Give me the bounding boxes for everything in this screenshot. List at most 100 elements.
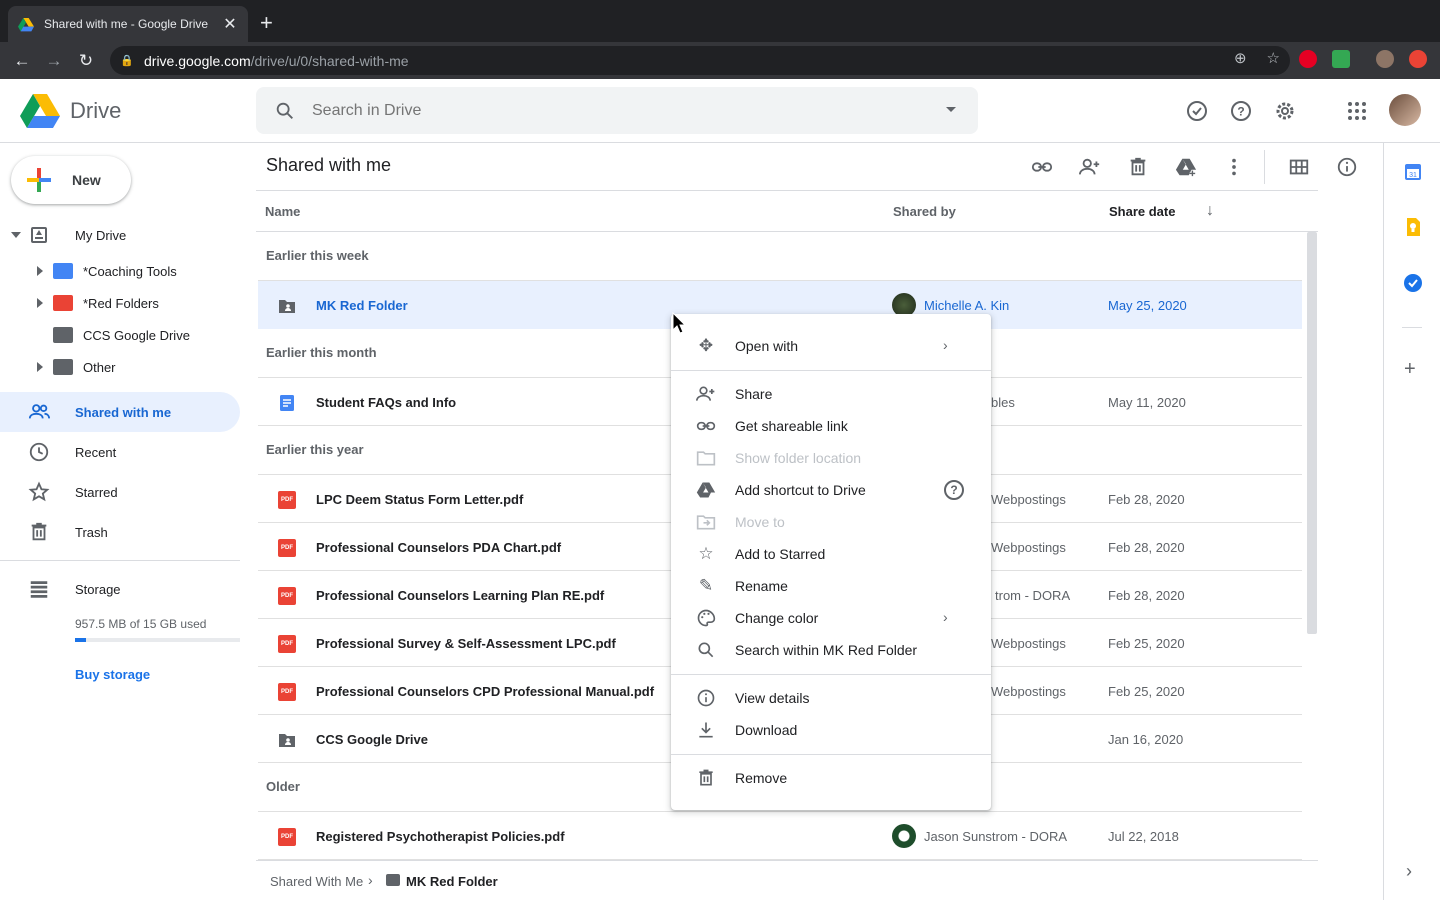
back-icon[interactable]: ← [6,51,38,71]
shared-by: Webpostings [991,684,1066,699]
menu-item-get-shareable-link[interactable]: Get shareable link [671,410,991,442]
menu-item-change-color[interactable]: Change color › [671,602,991,634]
browser-tab[interactable]: Shared with me - Google Drive ✕ [8,6,248,42]
new-tab-icon[interactable]: + [260,12,273,34]
shared-folder-icon [279,734,295,747]
sidebar-label: Starred [75,484,118,500]
people-icon [28,404,50,419]
help-icon[interactable]: ? [944,480,964,500]
sort-arrow-down-icon[interactable]: ↓ [1206,202,1214,220]
red-extension-icon[interactable] [1409,50,1427,68]
add-shortcut-drive-icon[interactable] [1175,156,1197,178]
tree-item-other[interactable]: Other [0,351,240,383]
grid-view-icon[interactable] [1288,156,1310,178]
menu-item-search-within[interactable]: Search within MK Red Folder [671,634,991,666]
menu-item-add-to-starred[interactable]: ☆ Add to Starred [671,538,991,570]
sidebar-item-my-drive[interactable]: My Drive [0,219,240,251]
move-folder-icon [695,512,717,532]
link-icon[interactable] [1031,156,1053,178]
drive-favicon-icon [18,18,34,32]
tab-close-icon[interactable]: ✕ [222,14,238,34]
expand-triangle-icon[interactable] [37,266,43,276]
menu-label: Add shortcut to Drive [735,482,866,498]
collapse-triangle-icon[interactable] [11,232,21,238]
breadcrumb: Shared With Me › MK Red Folder [256,860,1318,900]
green-extension-icon[interactable] [1332,50,1350,68]
shared-by: Webpostings [991,492,1066,507]
sidebar-item-shared-with-me[interactable]: Shared with me [0,392,240,432]
share-date: Feb 25, 2020 [1108,684,1185,699]
reload-icon[interactable]: ↻ [70,51,102,71]
profile-avatar-icon[interactable] [1376,50,1394,68]
tree-label: *Coaching Tools [83,264,177,279]
column-share-date[interactable]: Share date [1109,204,1175,219]
expand-panel-chevron-icon[interactable]: › [1406,861,1412,882]
menu-item-rename[interactable]: ✎ Rename [671,570,991,602]
settings-gear-icon[interactable] [1273,99,1297,123]
sidebar-label: Trash [75,524,108,540]
help-icon[interactable]: ? [1229,99,1253,123]
storage-used-text: 957.5 MB of 15 GB used [75,617,207,631]
more-vert-icon[interactable] [1223,156,1245,178]
table-row[interactable]: PDF Registered Psychotherapist Policies.… [258,812,1302,860]
sidebar-item-trash[interactable]: Trash [0,512,240,552]
expand-triangle-icon[interactable] [37,362,43,372]
search-input[interactable] [312,101,912,120]
forward-icon[interactable]: → [38,51,70,71]
tree-item-ccs-google-drive[interactable]: CCS Google Drive [0,319,240,351]
pdf-icon: PDF [278,683,296,701]
breadcrumb-root[interactable]: Shared With Me [270,874,363,889]
menu-item-view-details[interactable]: View details [671,682,991,714]
keep-icon[interactable] [1403,217,1423,237]
apps-grid-icon[interactable] [1345,99,1369,123]
list-scrollbar[interactable] [1307,232,1317,634]
tree-item-coaching-tools[interactable]: *Coaching Tools [0,255,240,287]
toolbar-divider [1264,150,1265,184]
menu-item-add-shortcut[interactable]: Add shortcut to Drive ? [671,474,991,506]
sidebar-item-starred[interactable]: Starred [0,472,240,512]
my-drive-label: My Drive [75,228,127,243]
star-icon [28,481,50,502]
file-name: Student FAQs and Info [316,395,457,410]
expand-triangle-icon[interactable] [37,298,43,308]
add-addon-plus-icon[interactable]: + [1404,359,1416,379]
breadcrumb-current[interactable]: MK Red Folder [406,874,498,889]
clock-icon [29,442,49,462]
info-icon[interactable] [1336,156,1358,178]
search-box[interactable] [256,87,978,134]
remove-trash-icon[interactable] [1127,156,1149,178]
account-avatar[interactable] [1389,94,1421,126]
menu-item-download[interactable]: Download [671,714,991,746]
add-person-icon[interactable] [1079,156,1101,178]
palette-icon [695,608,717,628]
menu-item-share[interactable]: Share [671,378,991,410]
share-date: Jul 22, 2018 [1108,829,1179,844]
sidebar-item-recent[interactable]: Recent [0,432,240,472]
buy-storage-link[interactable]: Buy storage [75,667,150,682]
trash-icon [695,768,717,788]
folder-outline-icon [695,448,717,468]
search-icon [695,640,717,660]
shared-folder-icon [279,300,295,313]
menu-item-remove[interactable]: Remove [671,762,991,794]
drive-logo[interactable]: Drive [20,93,121,129]
calendar-icon[interactable]: 31 [1403,162,1423,182]
chevron-right-icon: › [943,337,948,353]
add-bookmark-plus-icon[interactable]: ⊕ [1234,49,1247,67]
new-button[interactable]: New [11,156,131,204]
menu-item-open-with[interactable]: ✥ Open with › [671,330,991,362]
add-person-icon [695,384,717,404]
menu-item-show-folder-location: Show folder location [671,442,991,474]
column-shared-by[interactable]: Shared by [893,204,956,219]
address-bar[interactable]: 🔒 drive.google.com/drive/u/0/shared-with… [110,46,1290,75]
offline-check-icon[interactable] [1185,99,1209,123]
star-bookmark-icon[interactable]: ☆ [1267,49,1280,67]
column-name[interactable]: Name [265,204,300,219]
tasks-icon[interactable] [1403,273,1423,293]
sidebar-item-storage[interactable]: Storage [0,569,240,609]
tree-item-red-folders[interactable]: *Red Folders [0,287,240,319]
search-options-icon[interactable] [946,107,956,112]
storage-icon [30,581,48,598]
pdf-icon: PDF [278,491,296,509]
pinterest-extension-icon[interactable] [1299,50,1317,68]
